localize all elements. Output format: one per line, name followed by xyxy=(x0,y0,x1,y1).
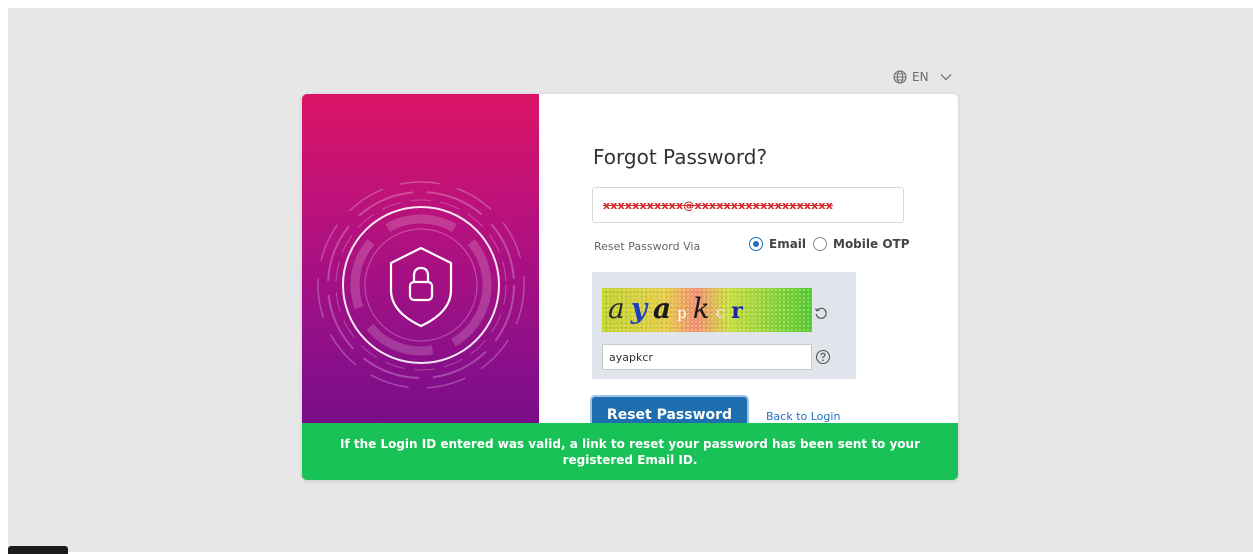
captcha-image: ayapkcr xyxy=(602,288,812,332)
refresh-icon[interactable] xyxy=(814,305,828,319)
captcha-char: a xyxy=(608,292,631,325)
radio-email-indicator[interactable] xyxy=(749,237,763,251)
reset-via-label: Reset Password Via xyxy=(594,240,701,253)
help-icon[interactable] xyxy=(815,349,831,365)
language-code: EN xyxy=(912,70,929,84)
captcha-input-value: ayapkcr xyxy=(609,350,653,364)
radio-email-label: Email xyxy=(769,237,807,251)
back-to-login-link[interactable]: Back to Login xyxy=(766,410,840,423)
corner-tab xyxy=(8,546,68,554)
login-id-value: xxxxxxxxxxx@xxxxxxxxxxxxxxxxxxx xyxy=(603,198,834,212)
shield-lock-icon xyxy=(389,246,453,328)
captcha-input[interactable]: ayapkcr xyxy=(602,344,812,370)
page-title: Forgot Password? xyxy=(593,145,768,169)
captcha-char: c xyxy=(715,303,732,323)
success-toast: If the Login ID entered was valid, a lin… xyxy=(302,423,958,480)
captcha-char: k xyxy=(692,292,716,325)
captcha-char: a xyxy=(652,292,678,325)
login-id-input[interactable]: xxxxxxxxxxx@xxxxxxxxxxxxxxxxxxx xyxy=(592,187,904,223)
captcha-panel: ayapkcr ayapkcr xyxy=(592,272,856,379)
radio-mobile-otp-label: Mobile OTP xyxy=(833,237,910,251)
captcha-char: p xyxy=(677,304,693,322)
language-selector[interactable]: EN xyxy=(893,68,952,86)
chevron-down-icon xyxy=(940,73,952,81)
radio-mobile-otp-indicator[interactable] xyxy=(813,237,827,251)
globe-icon xyxy=(893,70,907,84)
captcha-char: r xyxy=(731,298,749,324)
radio-mobile-otp[interactable]: Mobile OTP xyxy=(813,237,910,251)
radio-email[interactable]: Email xyxy=(749,237,806,251)
toast-message: If the Login ID entered was valid, a lin… xyxy=(339,436,920,467)
captcha-char: y xyxy=(630,292,653,325)
captcha-text: ayapkcr xyxy=(608,292,749,325)
